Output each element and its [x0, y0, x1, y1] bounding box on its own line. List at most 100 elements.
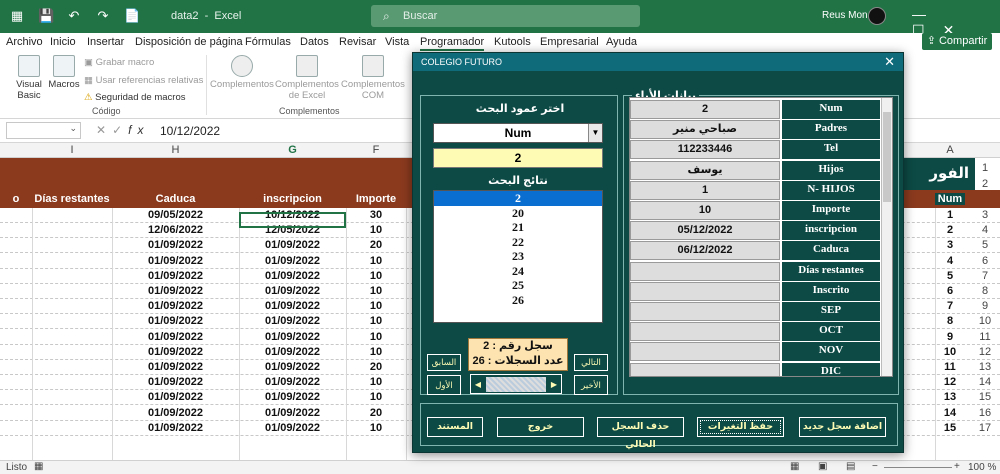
- row-header[interactable]: 11: [970, 331, 1000, 343]
- next-button[interactable]: التالي: [574, 354, 608, 371]
- result-item[interactable]: 20: [434, 206, 602, 221]
- field-value[interactable]: صباحي منير: [630, 120, 780, 140]
- cell-inscripcion[interactable]: 01/09/2022: [239, 376, 346, 388]
- cell-caduca[interactable]: 01/09/2022: [112, 315, 239, 327]
- search-value-input[interactable]: 2: [433, 148, 603, 168]
- tab-archivo[interactable]: Archivo: [6, 36, 43, 48]
- page-layout-icon[interactable]: ▣: [818, 461, 827, 472]
- cell-num[interactable]: 11: [935, 361, 965, 373]
- field-value[interactable]: 06/12/2022: [630, 241, 780, 261]
- field-value[interactable]: يوسف: [630, 160, 780, 180]
- field-value[interactable]: [630, 362, 780, 376]
- undo-icon[interactable]: ↶: [66, 8, 82, 24]
- page-break-icon[interactable]: ▤: [846, 461, 855, 472]
- cell-caduca[interactable]: 01/09/2022: [112, 285, 239, 297]
- row-header[interactable]: 13: [970, 361, 1000, 373]
- col-header-i[interactable]: I: [32, 144, 112, 156]
- cell-importe[interactable]: 30: [346, 209, 406, 221]
- cell-num[interactable]: 14: [935, 407, 965, 419]
- row-header[interactable]: 12: [970, 346, 1000, 358]
- cell-caduca[interactable]: 01/09/2022: [112, 346, 239, 358]
- cell-inscripcion[interactable]: 01/09/2022: [239, 407, 346, 419]
- result-item[interactable]: 25: [434, 278, 602, 293]
- cell-caduca[interactable]: 01/09/2022: [112, 239, 239, 251]
- cell-caduca[interactable]: 01/09/2022: [112, 407, 239, 419]
- row-header[interactable]: 10: [970, 315, 1000, 327]
- tab-ayuda[interactable]: Ayuda: [606, 36, 637, 48]
- row-header[interactable]: 9: [970, 300, 1000, 312]
- cell-num[interactable]: 6: [935, 285, 965, 297]
- last-button[interactable]: الأخير: [574, 375, 608, 395]
- complementos-excel-button[interactable]: Complementos de Excel: [274, 55, 340, 101]
- result-item[interactable]: 26: [434, 293, 602, 308]
- formula-value[interactable]: 10/12/2022: [160, 124, 220, 138]
- field-value[interactable]: [630, 281, 780, 301]
- zoom-out-icon[interactable]: −: [872, 461, 878, 472]
- cell-inscripcion[interactable]: 01/09/2022: [239, 285, 346, 297]
- seguridad-macros-button[interactable]: ⚠ Seguridad de macros: [84, 92, 185, 103]
- cell-num[interactable]: 2: [935, 224, 965, 236]
- result-item[interactable]: 2: [434, 191, 602, 206]
- cell-importe[interactable]: 10: [346, 255, 406, 267]
- cell-inscripcion[interactable]: 01/09/2022: [239, 255, 346, 267]
- normal-view-icon[interactable]: ▦: [790, 461, 799, 472]
- active-cell[interactable]: [239, 212, 346, 228]
- formula-icons[interactable]: ✕✓fx: [96, 123, 149, 137]
- row-header[interactable]: 17: [970, 422, 1000, 434]
- row-header[interactable]: 2: [970, 178, 1000, 190]
- row-header[interactable]: 5: [970, 239, 1000, 251]
- search-column-combo[interactable]: Num ▼: [433, 123, 603, 143]
- record-scrollbar[interactable]: ◀ ▶: [470, 374, 562, 394]
- complementos-com-button[interactable]: Complementos COM: [340, 55, 406, 101]
- row-header[interactable]: 16: [970, 407, 1000, 419]
- fields-scrollbar[interactable]: [881, 98, 892, 376]
- row-header[interactable]: 3: [970, 209, 1000, 221]
- delete-record-button[interactable]: حذف السجل الحالي: [597, 417, 684, 450]
- row-header[interactable]: 7: [970, 270, 1000, 282]
- row-header[interactable]: 14: [970, 376, 1000, 388]
- tab-revisar[interactable]: Revisar: [339, 36, 376, 48]
- cell-inscripcion[interactable]: 01/09/2022: [239, 361, 346, 373]
- tab-empresarial[interactable]: Empresarial: [540, 36, 599, 48]
- complementos-button[interactable]: Complementos: [210, 55, 274, 90]
- cell-num[interactable]: 12: [935, 376, 965, 388]
- field-value[interactable]: 2: [630, 100, 780, 119]
- tab-datos[interactable]: Datos: [300, 36, 329, 48]
- cell-importe[interactable]: 10: [346, 315, 406, 327]
- cell-caduca[interactable]: 01/09/2022: [112, 270, 239, 282]
- cell-caduca[interactable]: 01/09/2022: [112, 422, 239, 434]
- cell-importe[interactable]: 10: [346, 270, 406, 282]
- col-header-a[interactable]: A: [935, 144, 965, 156]
- cell-inscripcion[interactable]: 01/09/2022: [239, 391, 346, 403]
- share-button[interactable]: ⇪ Compartir: [922, 33, 992, 50]
- cell-inscripcion[interactable]: 01/09/2022: [239, 270, 346, 282]
- cell-importe[interactable]: 10: [346, 376, 406, 388]
- cell-num[interactable]: 15: [935, 422, 965, 434]
- usar-referencias-button[interactable]: ▦ Usar referencias relativas: [84, 75, 203, 86]
- cell-inscripcion[interactable]: 01/09/2022: [239, 422, 346, 434]
- col-header-h[interactable]: H: [112, 144, 239, 156]
- field-value[interactable]: 05/12/2022: [630, 221, 780, 241]
- field-value[interactable]: 1: [630, 180, 780, 200]
- tab-vista[interactable]: Vista: [385, 36, 409, 48]
- user-name[interactable]: Reus Mon: [822, 10, 868, 21]
- field-value[interactable]: [630, 342, 780, 362]
- results-listbox[interactable]: 2 20 21 22 23 24 25 26: [433, 190, 603, 323]
- cell-importe[interactable]: 20: [346, 407, 406, 419]
- tab-programador[interactable]: Programador: [420, 36, 485, 51]
- cell-num[interactable]: 7: [935, 300, 965, 312]
- field-value[interactable]: [630, 302, 780, 321]
- cell-inscripcion[interactable]: 01/09/2022: [239, 300, 346, 312]
- search-box[interactable]: ⌕ Buscar: [371, 5, 640, 27]
- save-icon[interactable]: 💾: [38, 8, 54, 24]
- cell-caduca[interactable]: 01/09/2022: [112, 361, 239, 373]
- cell-num[interactable]: 13: [935, 391, 965, 403]
- cell-importe[interactable]: 10: [346, 422, 406, 434]
- cell-caduca[interactable]: 01/09/2022: [112, 391, 239, 403]
- cell-caduca[interactable]: 01/09/2022: [112, 331, 239, 343]
- cell-caduca[interactable]: 01/09/2022: [112, 376, 239, 388]
- first-button[interactable]: الأول: [427, 375, 461, 395]
- col-header-g[interactable]: G: [239, 144, 346, 156]
- cell-importe[interactable]: 10: [346, 285, 406, 297]
- field-value[interactable]: 10: [630, 201, 780, 220]
